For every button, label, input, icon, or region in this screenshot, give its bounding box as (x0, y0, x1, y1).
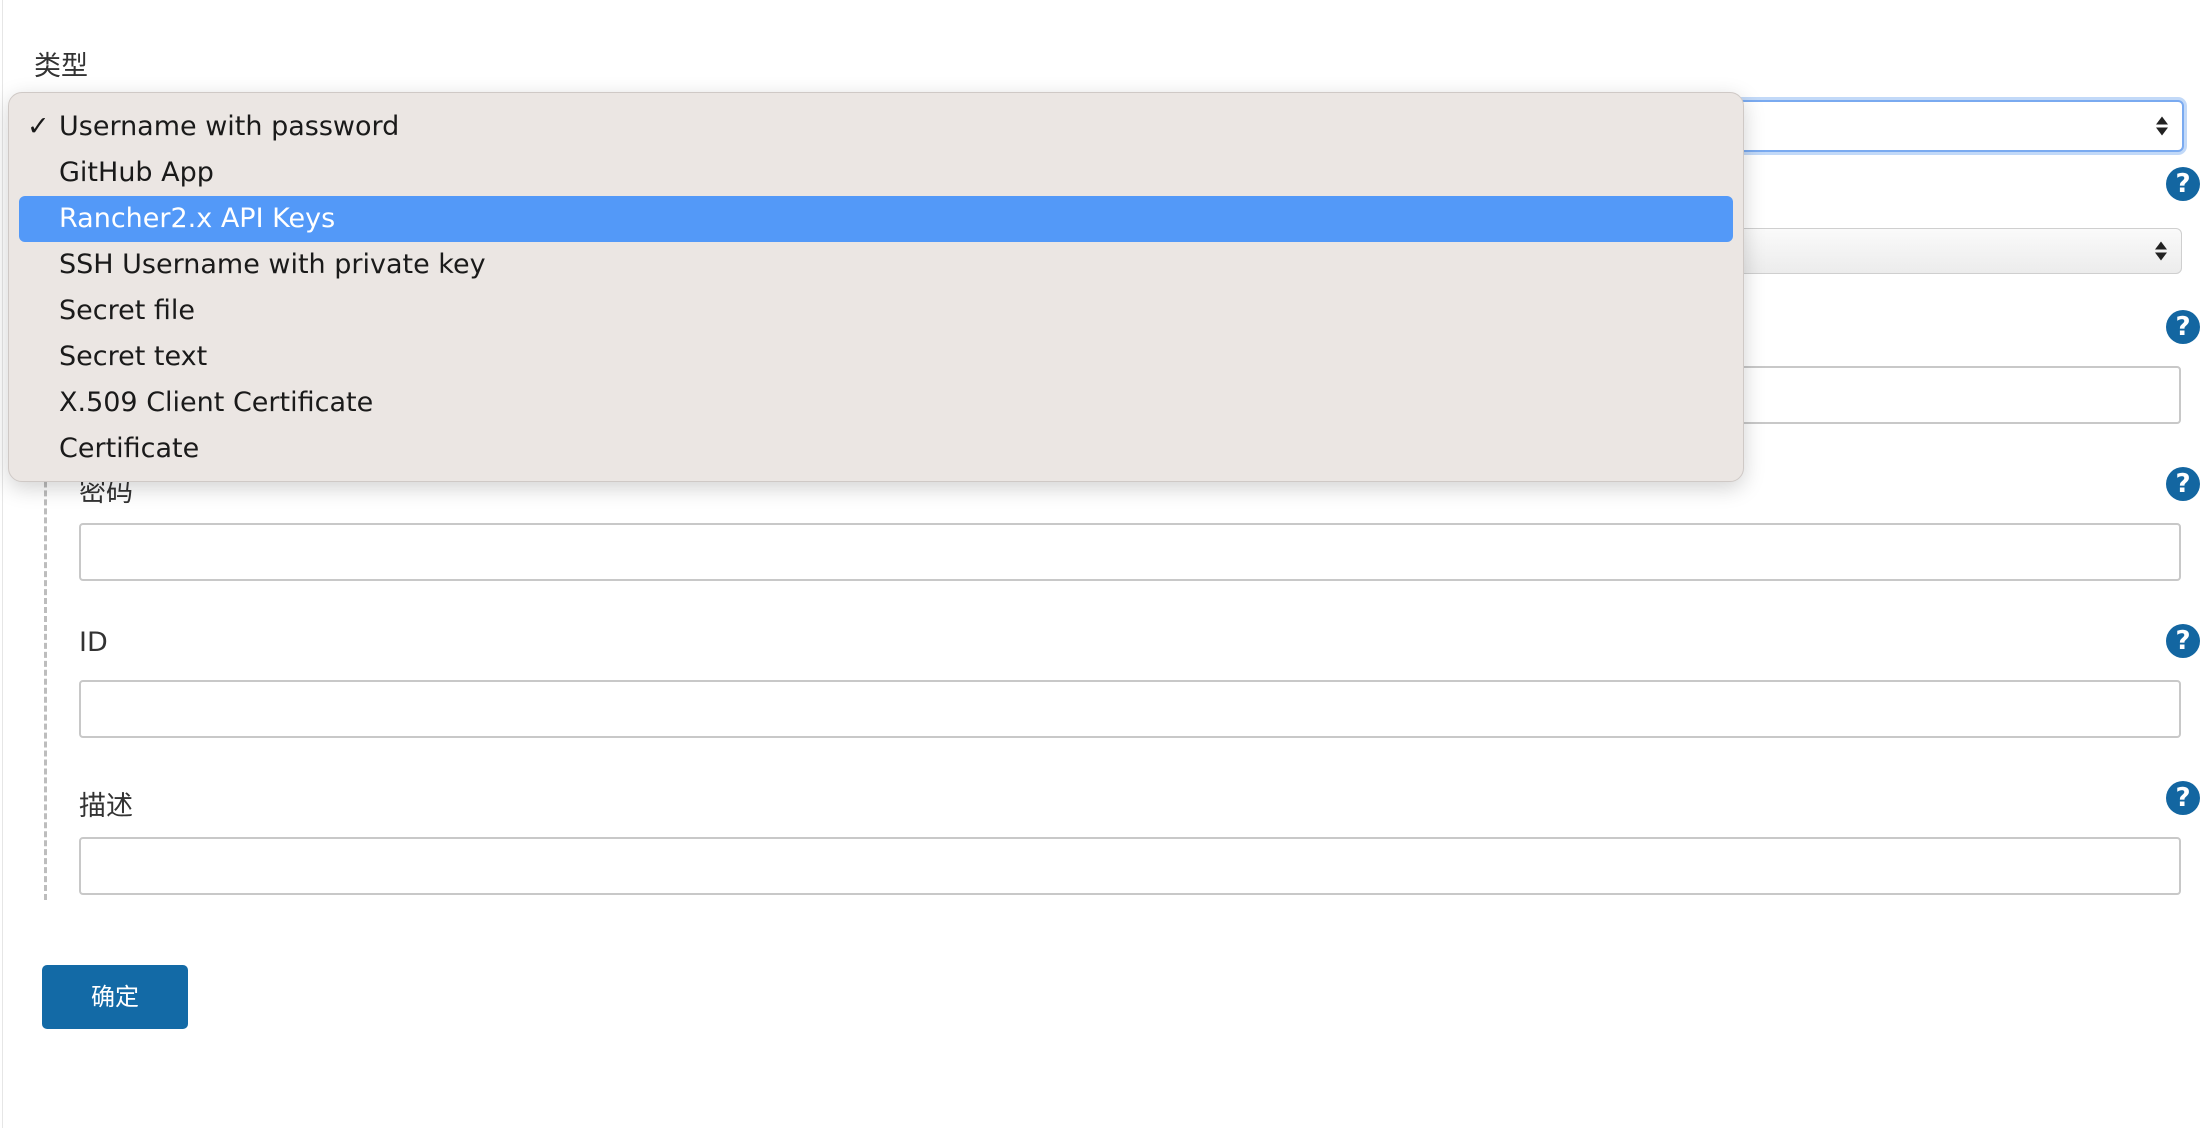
help-icon[interactable]: ? (2166, 167, 2200, 201)
page-left-border (2, 0, 3, 1128)
help-icon[interactable]: ? (2166, 467, 2200, 501)
dropdown-option[interactable]: Secret text (19, 334, 1733, 380)
dropdown-option[interactable]: SSH Username with private key (19, 242, 1733, 288)
kind-dropdown-menu: ✓ Username with password GitHub App Ranc… (8, 92, 1744, 482)
id-input[interactable] (79, 680, 2181, 738)
option-label: SSH Username with private key (59, 249, 486, 280)
help-icon[interactable]: ? (2166, 781, 2200, 815)
confirm-button[interactable]: 确定 (42, 965, 188, 1029)
dropdown-option[interactable]: ✓ Username with password (19, 104, 1733, 150)
option-label: Rancher2.x API Keys (59, 203, 336, 234)
option-label: Certificate (59, 433, 200, 464)
select-arrows-icon (2155, 241, 2167, 261)
dropdown-option[interactable]: GitHub App (19, 150, 1733, 196)
dropdown-option-highlighted[interactable]: Rancher2.x API Keys (19, 196, 1733, 242)
help-icon[interactable]: ? (2166, 624, 2200, 658)
dropdown-option[interactable]: Secret file (19, 288, 1733, 334)
password-input[interactable] (79, 523, 2181, 581)
dropdown-option[interactable]: Certificate (19, 426, 1733, 472)
help-icon[interactable]: ? (2166, 310, 2200, 344)
select-arrows-icon (2156, 116, 2168, 136)
option-label: X.509 Client Certificate (59, 387, 374, 418)
option-label: GitHub App (59, 157, 214, 188)
checkmark-icon: ✓ (27, 111, 50, 142)
id-label: ID (79, 627, 108, 658)
option-label: Secret text (59, 341, 208, 372)
option-label: Username with password (59, 111, 400, 142)
option-label: Secret file (59, 295, 196, 326)
dropdown-option[interactable]: X.509 Client Certificate (19, 380, 1733, 426)
description-label: 描述 (79, 791, 133, 822)
description-input[interactable] (79, 837, 2181, 895)
credentials-form-page: 类型 ? ? 密码 ? ID ? 描述 ? 确定 ✓ Username with… (0, 0, 2202, 1128)
type-label: 类型 (34, 51, 88, 82)
